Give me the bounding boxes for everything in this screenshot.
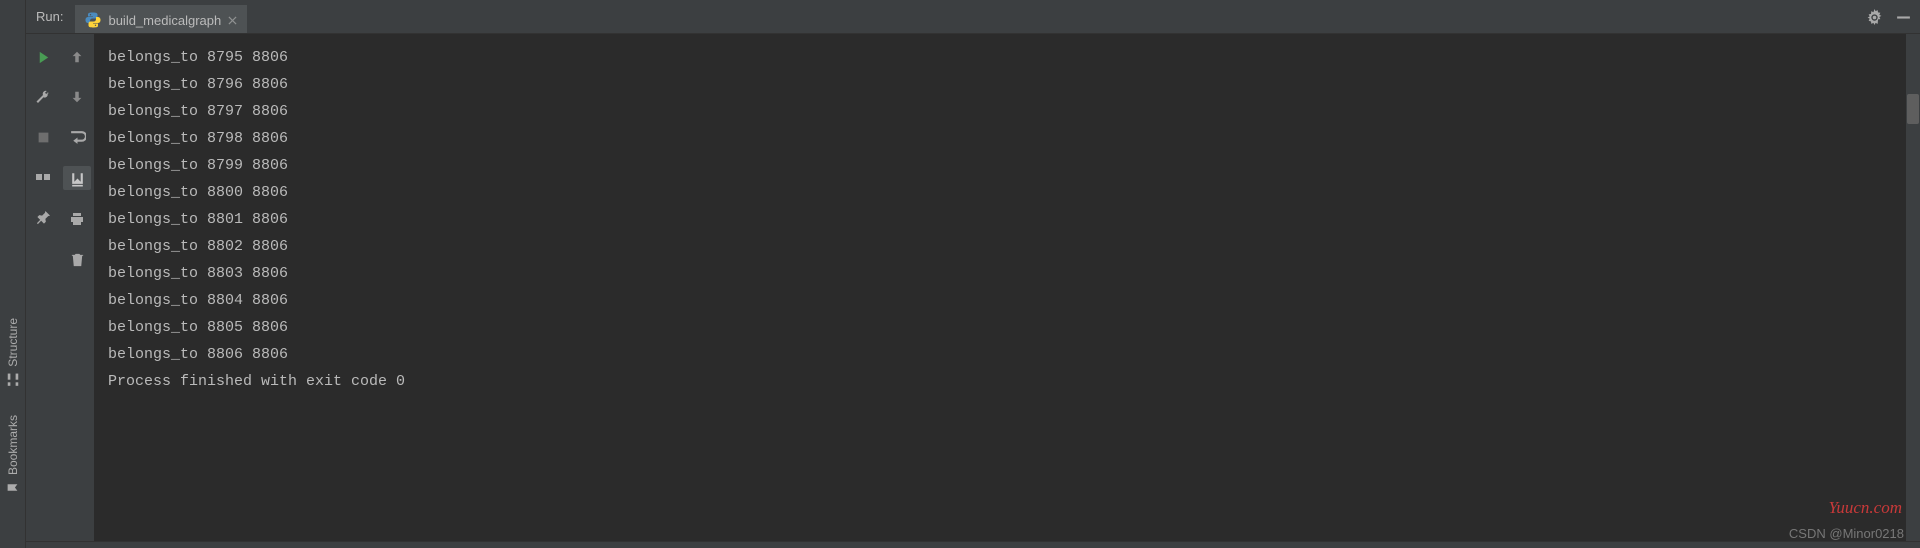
toolbar-secondary bbox=[60, 34, 94, 541]
console-line: belongs_to 8798 8806 bbox=[108, 125, 1906, 152]
stop-button[interactable] bbox=[32, 126, 54, 148]
minimize-icon[interactable] bbox=[1895, 9, 1912, 26]
console-line: belongs_to 8806 8806 bbox=[108, 341, 1906, 368]
up-button[interactable] bbox=[66, 46, 88, 68]
sidebar-item-label: Structure bbox=[6, 318, 20, 367]
scroll-end-icon bbox=[69, 170, 86, 187]
console-line: belongs_to 8796 8806 bbox=[108, 71, 1906, 98]
close-icon[interactable] bbox=[228, 16, 237, 25]
console-line: belongs_to 8802 8806 bbox=[108, 233, 1906, 260]
soft-wrap-icon bbox=[69, 129, 86, 146]
console-line: belongs_to 8803 8806 bbox=[108, 260, 1906, 287]
gear-icon[interactable] bbox=[1866, 9, 1883, 26]
tab-bar: Run: build_medicalgraph bbox=[26, 0, 1920, 34]
wrench-icon bbox=[35, 89, 51, 105]
scroll-to-end-button[interactable] bbox=[63, 166, 91, 190]
watermark-red: Yuucn.com bbox=[1828, 498, 1902, 518]
left-sidebar: Structure Bookmarks bbox=[0, 0, 26, 548]
console-line: belongs_to 8801 8806 bbox=[108, 206, 1906, 233]
console-output[interactable]: belongs_to 8795 8806 belongs_to 8796 880… bbox=[94, 34, 1920, 541]
sidebar-item-structure[interactable]: Structure bbox=[6, 304, 20, 401]
console-line: belongs_to 8800 8806 bbox=[108, 179, 1906, 206]
console-line: belongs_to 8799 8806 bbox=[108, 152, 1906, 179]
console-line: belongs_to 8795 8806 bbox=[108, 44, 1906, 71]
delete-button[interactable] bbox=[66, 248, 88, 270]
print-button[interactable] bbox=[66, 208, 88, 230]
python-icon bbox=[85, 12, 101, 28]
sidebar-item-bookmarks[interactable]: Bookmarks bbox=[6, 401, 20, 508]
arrow-down-icon bbox=[70, 90, 84, 104]
trash-icon bbox=[70, 252, 85, 267]
console-line: belongs_to 8804 8806 bbox=[108, 287, 1906, 314]
content-wrap: belongs_to 8795 8806 belongs_to 8796 880… bbox=[26, 34, 1920, 541]
bookmark-icon bbox=[6, 481, 19, 494]
sidebar-item-label: Bookmarks bbox=[6, 415, 20, 475]
tab-right-controls bbox=[1866, 0, 1912, 34]
wrench-button[interactable] bbox=[32, 86, 54, 108]
down-button[interactable] bbox=[66, 86, 88, 108]
stop-icon bbox=[37, 131, 50, 144]
console-line: belongs_to 8797 8806 bbox=[108, 98, 1906, 125]
print-icon bbox=[69, 211, 85, 227]
tab-build-medicalgraph[interactable]: build_medicalgraph bbox=[75, 5, 247, 33]
scrollbar[interactable] bbox=[1906, 34, 1920, 541]
console-line: belongs_to 8805 8806 bbox=[108, 314, 1906, 341]
watermark-grey: CSDN @Minor0218 bbox=[1789, 526, 1904, 541]
rerun-button[interactable] bbox=[32, 46, 54, 68]
layout-icon bbox=[35, 169, 51, 185]
pin-icon bbox=[36, 210, 51, 225]
console-line: Process finished with exit code 0 bbox=[108, 368, 1906, 395]
soft-wrap-button[interactable] bbox=[66, 126, 88, 148]
bottom-gutter bbox=[26, 541, 1920, 548]
run-tool-window: Run: build_medicalgraph bbox=[26, 0, 1920, 548]
arrow-up-icon bbox=[70, 50, 84, 64]
structure-icon bbox=[6, 373, 20, 387]
layout-button[interactable] bbox=[32, 166, 54, 188]
pin-button[interactable] bbox=[32, 206, 54, 228]
toolbar-primary bbox=[26, 34, 60, 541]
scroll-thumb[interactable] bbox=[1907, 94, 1919, 124]
tab-label: build_medicalgraph bbox=[108, 13, 221, 28]
run-label: Run: bbox=[36, 9, 75, 24]
play-icon bbox=[36, 50, 51, 65]
